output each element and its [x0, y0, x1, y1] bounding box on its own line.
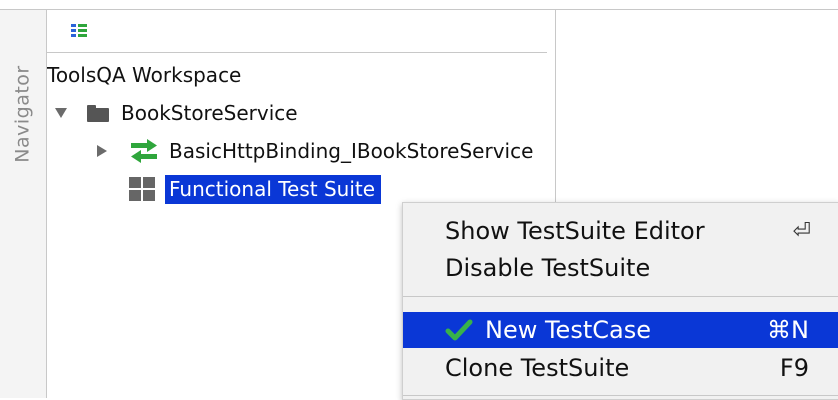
triangle-down-icon[interactable] [55, 108, 67, 118]
clone-label: Clone TestSuite [445, 354, 630, 382]
navigator-toolbar [47, 10, 547, 53]
navigator-tab-label: Navigator [12, 65, 34, 163]
grid-icon [129, 177, 155, 201]
tree-item-project[interactable]: BookStoreService [55, 96, 298, 130]
project-label: BookStoreService [121, 101, 298, 125]
menu-item-show-editor[interactable]: Show TestSuite Editor ⏎ [403, 213, 838, 249]
context-menu: Show TestSuite Editor ⏎ Disable TestSuit… [402, 202, 838, 400]
workspace-label: ToolsQA Workspace [47, 63, 242, 87]
menu-separator-bottom [403, 395, 838, 396]
swap-arrows-icon [131, 139, 157, 163]
interface-label: BasicHttpBinding_IBookStoreService [169, 139, 534, 163]
tree-item-testsuite[interactable]: Functional Test Suite [129, 172, 382, 206]
menu-item-clone[interactable]: Clone TestSuite F9 [403, 350, 838, 386]
testsuite-label: Functional Test Suite [165, 174, 382, 204]
menu-separator [403, 296, 838, 297]
menu-item-disable[interactable]: Disable TestSuite [403, 250, 838, 286]
menu-item-new-testcase[interactable]: New TestCase ⌘N [403, 312, 838, 348]
new-testcase-shortcut: ⌘N [767, 316, 809, 344]
tool-window-strip: Navigator [0, 10, 47, 398]
return-key-icon: ⏎ [792, 218, 811, 244]
show-editor-label: Show TestSuite Editor [445, 217, 705, 245]
clone-shortcut: F9 [779, 354, 809, 382]
list-view-icon[interactable] [71, 24, 87, 38]
checkmark-icon [445, 319, 473, 341]
new-testcase-label: New TestCase [485, 316, 651, 344]
disable-label: Disable TestSuite [445, 254, 651, 282]
folder-icon [87, 104, 109, 122]
tree-item-workspace[interactable]: ToolsQA Workspace [47, 58, 241, 92]
navigator-tab[interactable]: Navigator [6, 50, 40, 178]
triangle-right-icon[interactable] [97, 145, 107, 157]
tree-item-interface[interactable]: BasicHttpBinding_IBookStoreService [97, 134, 533, 168]
